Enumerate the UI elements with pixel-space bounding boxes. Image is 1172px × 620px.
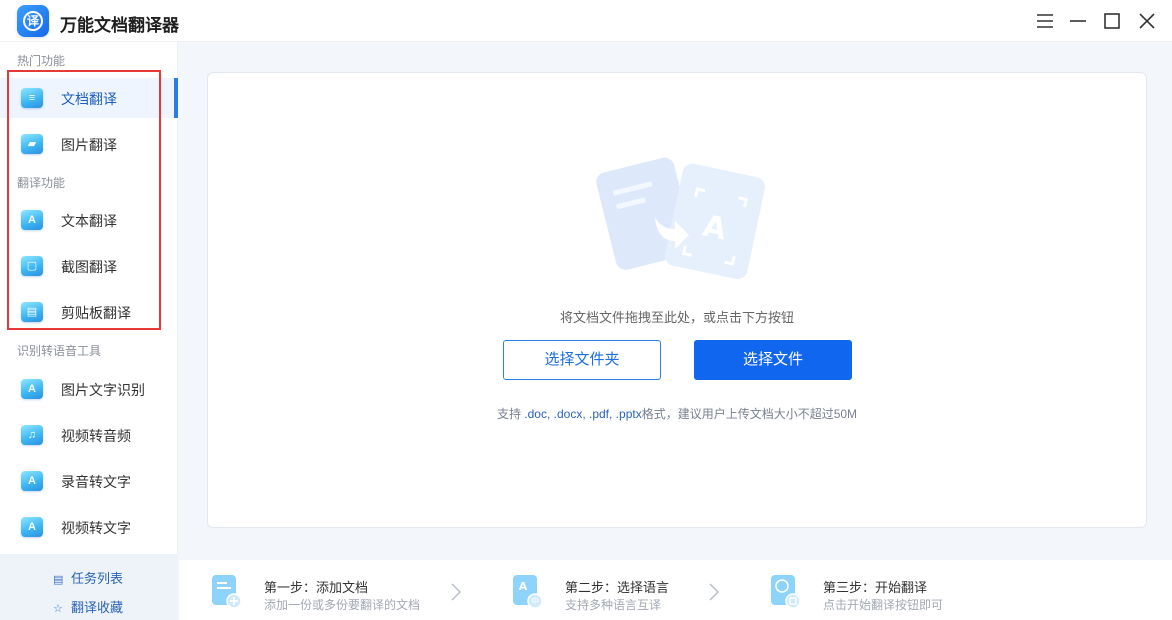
svg-text:中: 中 [531, 596, 539, 606]
minimize-icon[interactable] [1066, 9, 1090, 33]
document-icon: ≡ [21, 88, 43, 108]
sidebar-item-label: 图片翻译 [61, 137, 117, 153]
step-3-title: 第三步：开始翻译 [823, 580, 928, 595]
drop-zone[interactable]: A 将文档文件拖拽至此处，或点击下方按钮 选择文件夹 选择文件 支持 .doc,… [207, 72, 1147, 528]
sidebar-item-document-translate[interactable]: ≡ 文档翻译 [0, 78, 178, 118]
favorites-label: 翻译收藏 [71, 600, 124, 615]
step-2-subtitle: 支持多种语言互译 [565, 598, 662, 612]
sidebar-item-label: 视频转文字 [61, 520, 131, 536]
task-list-icon: ▤ [53, 574, 64, 586]
ocr-icon: A [21, 379, 43, 399]
sidebar-item-ocr[interactable]: A 图片文字识别 [0, 369, 178, 409]
step-2: A 中 第二步：选择语言 支持多种语言互译 [511, 560, 731, 620]
sidebar-item-clipboard-translate[interactable]: ▤ 剪贴板翻译 [0, 292, 178, 332]
close-icon[interactable] [1135, 9, 1159, 33]
sidebar-item-label: 视频转音频 [61, 428, 131, 444]
sidebar: 热门功能 ≡ 文档翻译 ▰ 图片翻译 翻译功能 A 文本翻译 ▢ 截图翻译 ▤ … [0, 42, 178, 620]
sidebar-item-label: 录音转文字 [61, 474, 131, 490]
clipboard-icon: ▤ [21, 302, 43, 322]
screenshot-icon: ▢ [21, 256, 43, 276]
step-1-title: 第一步：添加文档 [264, 580, 369, 595]
sidebar-item-label: 截图翻译 [61, 259, 117, 275]
language-icon: A 中 [513, 575, 543, 609]
favorites-link[interactable]: ☆ 翻译收藏 [53, 597, 123, 616]
task-list-link[interactable]: ▤ 任务列表 [53, 568, 123, 587]
drop-hint: 将文档文件拖拽至此处，或点击下方按钮 [559, 310, 794, 325]
bottom-links: ▤ 任务列表 ☆ 翻译收藏 [0, 554, 178, 620]
sidebar-item-video-to-audio[interactable]: ♫ 视频转音频 [0, 415, 178, 455]
chevron-right-icon [709, 583, 720, 601]
add-document-icon [212, 575, 242, 609]
document-translate-illustration: A [596, 157, 765, 280]
sidebar-item-label: 图片文字识别 [61, 382, 145, 398]
step-3: 第三步：开始翻译 点击开始翻译按钮即可 [769, 560, 999, 620]
text-a-icon: A [21, 210, 43, 230]
sidebar-item-label: 剪贴板翻译 [61, 305, 131, 321]
star-icon: ☆ [53, 603, 63, 615]
task-list-label: 任务列表 [71, 571, 124, 586]
start-translate-icon [771, 575, 801, 609]
support-prefix: 支持 [496, 407, 521, 421]
title-bar: 译 万能文档翻译器 [0, 0, 1172, 42]
sidebar-item-text-translate[interactable]: A 文本翻译 [0, 200, 178, 240]
svg-text:A: A [519, 580, 528, 593]
maximize-icon[interactable] [1100, 9, 1124, 33]
chevron-right-icon [451, 583, 462, 601]
sidebar-item-label: 文档翻译 [61, 91, 117, 107]
step-1: 第一步：添加文档 添加一份或多份要翻译的文档 [210, 560, 470, 620]
image-icon: ▰ [21, 134, 43, 154]
sidebar-item-screenshot-translate[interactable]: ▢ 截图翻译 [0, 246, 178, 286]
sidebar-item-video-to-text[interactable]: A 视频转文字 [0, 507, 178, 547]
sidebar-item-image-translate[interactable]: ▰ 图片翻译 [0, 124, 178, 164]
sidebar-item-label: 文本翻译 [61, 213, 117, 229]
support-formats: .doc, .docx, .pdf, .pptx [524, 407, 642, 421]
step-1-subtitle: 添加一份或多份要翻译的文档 [264, 598, 421, 612]
support-suffix: 格式，建议用户上传文档大小不超过50M [641, 407, 858, 421]
select-file-button[interactable]: 选择文件 [694, 340, 852, 380]
section-title-hot: 热门功能 [17, 54, 66, 68]
sidebar-item-recording-to-text[interactable]: A 录音转文字 [0, 461, 178, 501]
steps-bar: 第一步：添加文档 添加一份或多份要翻译的文档 A 中 第二步：选择语言 支持多种… [179, 560, 1172, 620]
hamburger-menu-icon[interactable] [1033, 9, 1057, 33]
step-3-subtitle: 点击开始翻译按钮即可 [823, 598, 944, 612]
step-2-title: 第二步：选择语言 [565, 580, 670, 595]
section-title-translate: 翻译功能 [17, 176, 66, 190]
recording-text-icon: A [21, 471, 43, 491]
app-title: 万能文档翻译器 [60, 16, 179, 35]
select-folder-button[interactable]: 选择文件夹 [503, 340, 661, 380]
video-text-icon: A [21, 517, 43, 537]
app-logo-glyph: 译 [23, 11, 43, 31]
section-title-recognition: 识别转语音工具 [17, 344, 102, 358]
video-audio-icon: ♫ [21, 425, 43, 445]
app-logo-icon: 译 [17, 5, 49, 37]
supported-formats-note: 支持 .doc, .docx, .pdf, .pptx格式，建议用户上传文档大小… [208, 405, 1146, 422]
